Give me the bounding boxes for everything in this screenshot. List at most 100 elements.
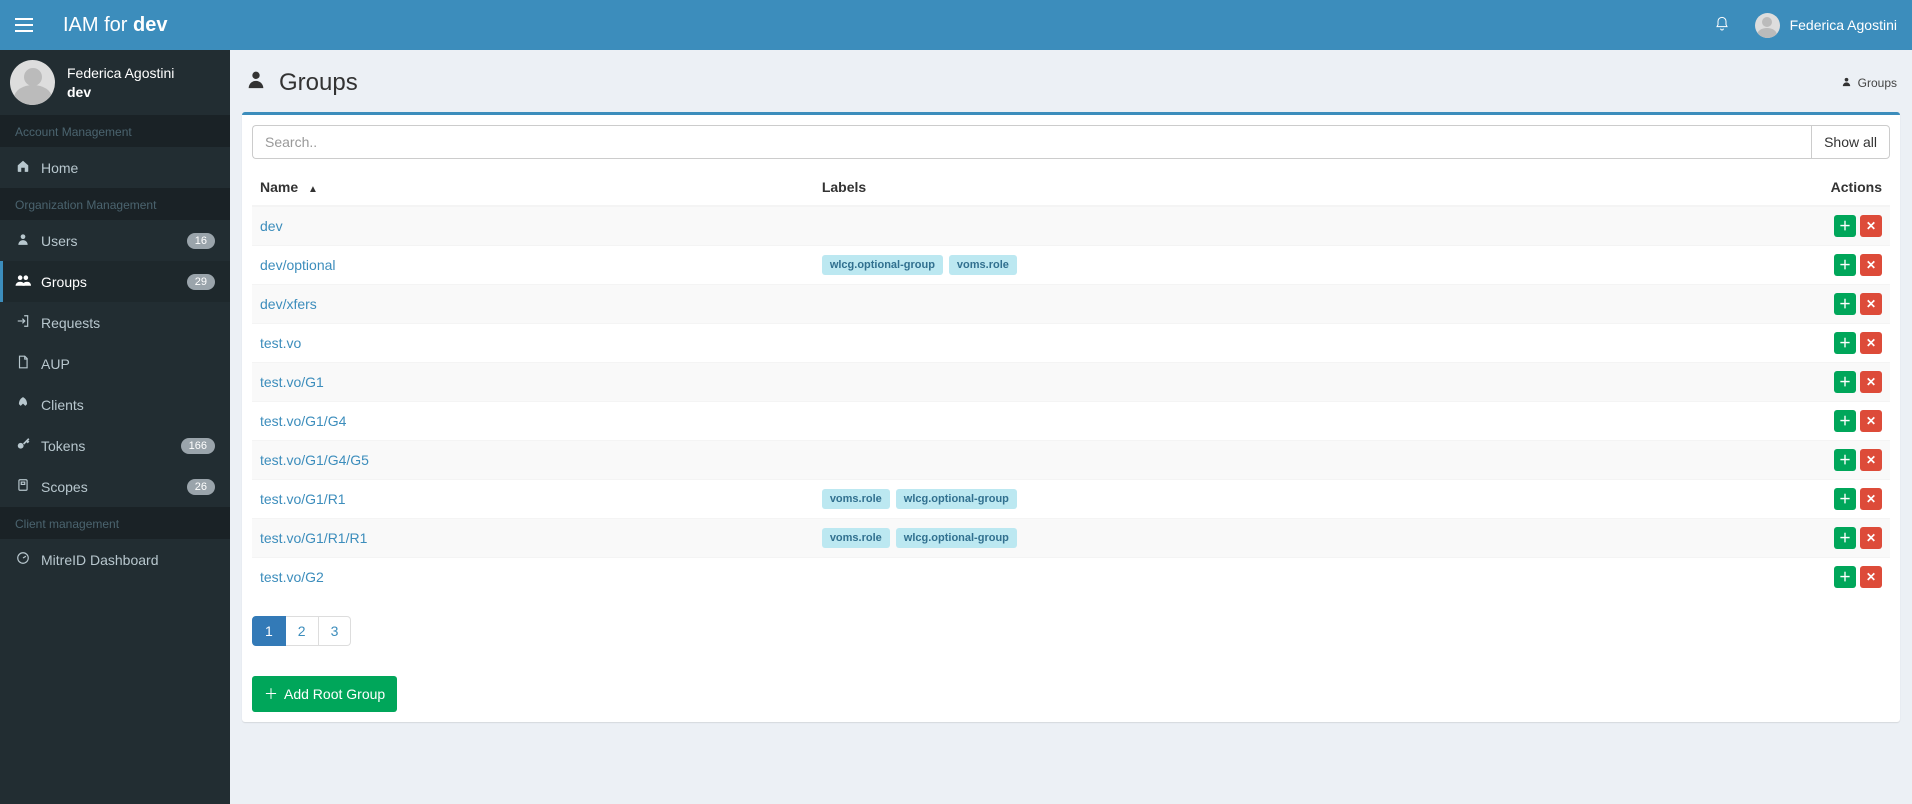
- close-icon: ✕: [1866, 532, 1876, 544]
- col-name[interactable]: Name ▲: [252, 169, 814, 206]
- delete-group-button[interactable]: ✕: [1860, 410, 1882, 432]
- sidebar-item-label: Clients: [41, 397, 84, 413]
- delete-group-button[interactable]: ✕: [1860, 527, 1882, 549]
- delete-group-button[interactable]: ✕: [1860, 254, 1882, 276]
- labels-cell: voms.rolewlcg.optional-group: [814, 519, 1790, 558]
- labels-cell: voms.rolewlcg.optional-group: [814, 480, 1790, 519]
- actions-cell: ＋✕: [1790, 363, 1890, 402]
- labels-cell: [814, 558, 1790, 597]
- sidebar-item-requests[interactable]: Requests: [0, 302, 230, 343]
- sidebar-item-groups[interactable]: Groups29: [0, 261, 230, 302]
- table-row: test.vo ＋✕: [252, 324, 1890, 363]
- group-link[interactable]: dev: [260, 218, 283, 234]
- user-icon: [1841, 76, 1852, 90]
- add-subgroup-button[interactable]: ＋: [1834, 332, 1856, 354]
- table-row: test.vo/G2 ＋ ✕: [252, 558, 1890, 597]
- add-subgroup-button[interactable]: ＋: [1834, 410, 1856, 432]
- actions-cell: ＋✕: [1790, 519, 1890, 558]
- sidebar-item-label: Scopes: [41, 479, 88, 495]
- sidebar-item-aup[interactable]: AUP: [0, 343, 230, 384]
- col-actions: Actions: [1790, 169, 1890, 206]
- close-icon: ✕: [1866, 571, 1876, 583]
- rocket-icon: [15, 396, 31, 413]
- menu-toggle-icon[interactable]: [15, 18, 33, 32]
- sidebar-item-label: Requests: [41, 315, 100, 331]
- group-link[interactable]: test.vo/G1/R1/R1: [260, 530, 367, 546]
- count-badge: 29: [187, 274, 215, 290]
- table-row: dev/optionalwlcg.optional-groupvoms.role…: [252, 246, 1890, 285]
- sidebar-item-mitreid[interactable]: MitreID Dashboard: [0, 539, 230, 580]
- avatar-icon: [10, 60, 55, 105]
- actions-cell: ＋✕: [1790, 402, 1890, 441]
- table-row: test.vo/G1/G4/G5 ＋✕: [252, 441, 1890, 480]
- plus-icon: ＋: [1839, 415, 1851, 427]
- user-icon: [15, 232, 31, 249]
- actions-cell: ＋✕: [1790, 324, 1890, 363]
- labels-cell: [814, 206, 1790, 246]
- add-subgroup-button[interactable]: ＋: [1834, 371, 1856, 393]
- sidebar-item-clients[interactable]: Clients: [0, 384, 230, 425]
- content-header: Groups Groups: [230, 50, 1912, 107]
- actions-cell: ＋✕: [1790, 246, 1890, 285]
- add-subgroup-button[interactable]: ＋: [1834, 488, 1856, 510]
- page-2[interactable]: 2: [286, 616, 319, 646]
- sidebar: Federica Agostini dev Account Management…: [0, 50, 230, 804]
- notifications-icon[interactable]: [1714, 16, 1730, 35]
- group-link[interactable]: test.vo: [260, 335, 301, 351]
- add-subgroup-button[interactable]: ＋: [1834, 215, 1856, 237]
- page-3[interactable]: 3: [319, 616, 352, 646]
- actions-cell: ＋✕: [1790, 206, 1890, 246]
- sidebar-item-label: Home: [41, 160, 78, 176]
- show-all-button[interactable]: Show all: [1811, 125, 1890, 159]
- page-1[interactable]: 1: [252, 616, 286, 646]
- close-icon: ✕: [1866, 259, 1876, 271]
- add-subgroup-button[interactable]: ＋: [1834, 527, 1856, 549]
- breadcrumb[interactable]: Groups: [1841, 76, 1897, 90]
- content: Groups Groups Show all: [230, 50, 1912, 804]
- users-icon: [15, 273, 31, 290]
- home-icon: [15, 159, 31, 176]
- table-row: dev＋✕: [252, 206, 1890, 246]
- delete-group-button[interactable]: ✕: [1860, 371, 1882, 393]
- group-link[interactable]: test.vo/G1/G4/G5: [260, 452, 369, 468]
- sidebar-user-org: dev: [67, 83, 174, 101]
- sidebar-item-tokens[interactable]: Tokens166: [0, 425, 230, 466]
- close-icon: ✕: [1866, 493, 1876, 505]
- sidebar-item-home[interactable]: Home: [0, 147, 230, 188]
- page-link[interactable]: 2: [286, 617, 318, 645]
- brand-prefix: IAM for: [63, 14, 133, 36]
- add-subgroup-button[interactable]: ＋: [1834, 254, 1856, 276]
- delete-group-button[interactable]: ✕: [1860, 215, 1882, 237]
- top-user-menu[interactable]: Federica Agostini: [1755, 13, 1897, 38]
- group-link[interactable]: test.vo/G1/R1: [260, 491, 346, 507]
- group-link[interactable]: test.vo/G1: [260, 374, 324, 390]
- delete-group-button[interactable]: ✕: [1860, 332, 1882, 354]
- group-link[interactable]: test.vo/G2: [260, 569, 324, 585]
- page-link[interactable]: 3: [319, 617, 351, 645]
- groups-table: Name ▲ Labels Actions dev＋✕dev/optionalw…: [252, 169, 1890, 596]
- search-input[interactable]: [252, 125, 1811, 159]
- labels-cell: [814, 285, 1790, 324]
- delete-group-button[interactable]: ✕: [1860, 293, 1882, 315]
- app-brand[interactable]: IAM for dev: [63, 14, 167, 37]
- close-icon: ✕: [1866, 220, 1876, 232]
- page-title: Groups: [279, 69, 358, 97]
- sidebar-item-users[interactable]: Users16: [0, 220, 230, 261]
- add-subgroup-button[interactable]: ＋: [1834, 566, 1856, 588]
- group-link[interactable]: test.vo/G1/G4: [260, 413, 346, 429]
- avatar-icon: [1755, 13, 1780, 38]
- group-link[interactable]: dev/optional: [260, 257, 336, 273]
- add-subgroup-button[interactable]: ＋: [1834, 449, 1856, 471]
- add-subgroup-button[interactable]: ＋: [1834, 293, 1856, 315]
- delete-group-button[interactable]: ✕: [1860, 449, 1882, 471]
- delete-group-button[interactable]: ✕: [1860, 566, 1882, 588]
- col-labels: Labels: [814, 169, 1790, 206]
- table-row: test.vo/G1/R1 voms.rolewlcg.optional-grou…: [252, 480, 1890, 519]
- labels-cell: [814, 441, 1790, 480]
- page-link[interactable]: 1: [253, 617, 285, 645]
- sidebar-item-scopes[interactable]: Scopes26: [0, 466, 230, 507]
- add-root-group-button[interactable]: ＋ Add Root Group: [252, 676, 397, 712]
- delete-group-button[interactable]: ✕: [1860, 488, 1882, 510]
- group-link[interactable]: dev/xfers: [260, 296, 317, 312]
- sidebar-item-label: Users: [41, 233, 78, 249]
